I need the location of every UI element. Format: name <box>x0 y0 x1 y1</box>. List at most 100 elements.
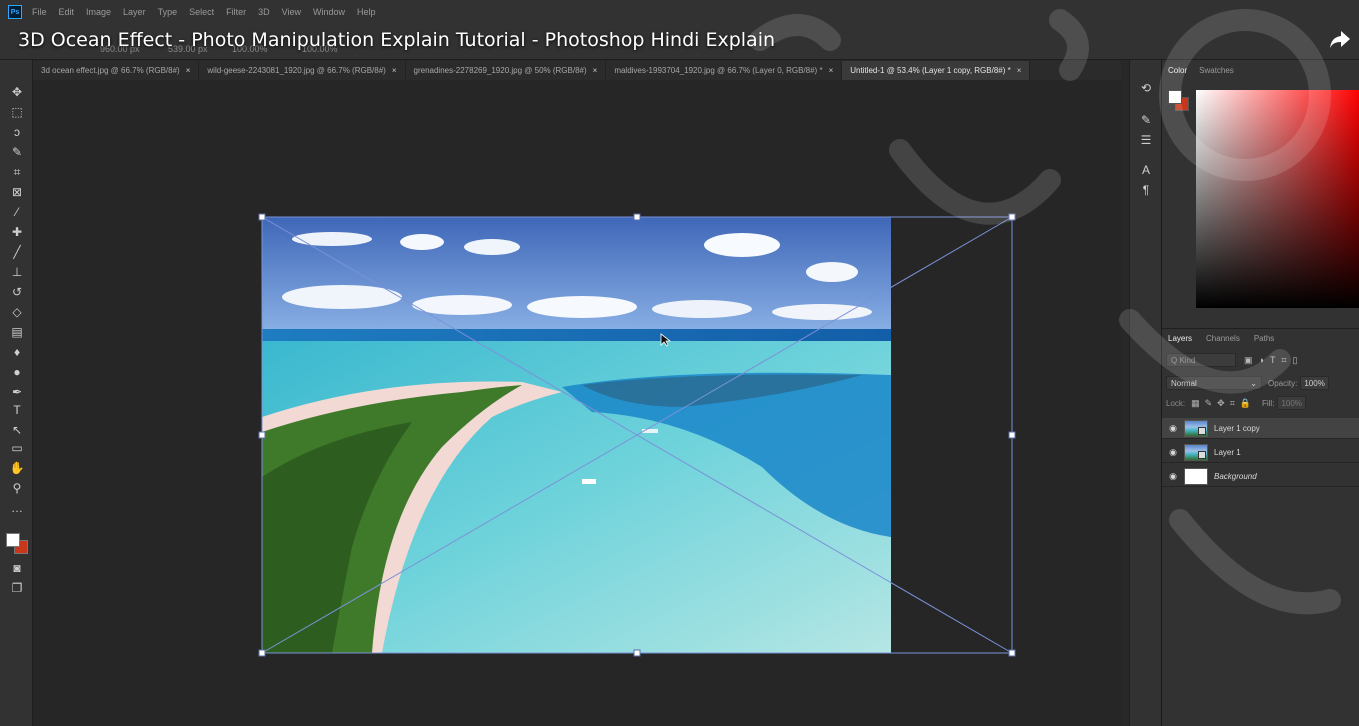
doc-tab-untitled-1[interactable]: Untitled-1 @ 53.4% (Layer 1 copy, RGB/8#… <box>842 61 1031 80</box>
close-icon[interactable]: × <box>829 66 834 75</box>
video-title: 3D Ocean Effect - Photo Manipulation Exp… <box>18 29 776 51</box>
doc-tab-wild-geese[interactable]: wild-geese-2243081_1920.jpg @ 66.7% (RGB… <box>199 61 406 80</box>
tab-paths[interactable]: Paths <box>1254 334 1274 343</box>
rectangle-tool-icon[interactable]: ▭ <box>9 440 25 456</box>
tab-swatches[interactable]: Swatches <box>1199 66 1234 75</box>
visibility-eye-icon[interactable]: ◉ <box>1162 471 1184 482</box>
gradient-tool-icon[interactable]: ▤ <box>9 324 25 340</box>
right-panels: Color Swatches Layers Channels Paths Q K… <box>1161 60 1359 726</box>
tab-color[interactable]: Color <box>1168 66 1187 75</box>
type-tool-icon[interactable]: T <box>9 402 25 418</box>
doc-tab-3d-ocean[interactable]: 3d ocean effect.jpg @ 66.7% (RGB/8#) × <box>33 61 200 80</box>
doc-tab-grenadines[interactable]: grenadines-2278269_1920.jpg @ 50% (RGB/8… <box>406 61 607 80</box>
pen-tool-icon[interactable]: ✒ <box>9 384 25 400</box>
color-picker-field[interactable] <box>1196 90 1359 308</box>
dodge-tool-icon[interactable]: ● <box>9 364 25 380</box>
layer-filter-type-icons[interactable]: ▣◑T⌗▯ <box>1244 355 1303 366</box>
more-tools-icon[interactable]: … <box>9 500 25 516</box>
menu-edit[interactable]: Edit <box>59 7 75 17</box>
zoom-tool-icon[interactable]: ⚲ <box>9 480 25 496</box>
move-tool-icon[interactable]: ✥ <box>9 84 25 100</box>
eraser-tool-icon[interactable]: ◇ <box>9 304 25 320</box>
lock-row: Lock: ▦✎✥⌗🔒 Fill: 100% <box>1166 396 1358 410</box>
opacity-field[interactable]: 100% <box>1300 376 1329 390</box>
eyedropper-tool-icon[interactable]: ⁄ <box>9 204 25 220</box>
fill-field[interactable]: 100% <box>1277 396 1306 410</box>
history-brush-tool-icon[interactable]: ↺ <box>9 284 25 300</box>
crop-tool-icon[interactable]: ⌗ <box>9 164 25 180</box>
menu-file[interactable]: File <box>32 7 47 17</box>
menu-type[interactable]: Type <box>158 7 178 17</box>
doc-tab-label: Untitled-1 @ 53.4% (Layer 1 copy, RGB/8#… <box>850 66 1011 75</box>
layer-filter-row: Q Kind ▣◑T⌗▯ <box>1166 352 1358 368</box>
lock-label: Lock: <box>1166 398 1186 408</box>
history-panel-icon[interactable]: ⟲ <box>1138 80 1154 96</box>
close-icon[interactable]: × <box>392 66 397 75</box>
doc-tab-label: wild-geese-2243081_1920.jpg @ 66.7% (RGB… <box>207 66 386 75</box>
menu-image[interactable]: Image <box>86 7 111 17</box>
fill-label: Fill: <box>1261 398 1275 408</box>
tab-layers[interactable]: Layers <box>1168 334 1192 343</box>
menu-filter[interactable]: Filter <box>226 7 246 17</box>
doc-tab-label: 3d ocean effect.jpg @ 66.7% (RGB/8#) <box>41 66 180 75</box>
mouse-cursor-icon <box>660 333 672 347</box>
layer-name: Layer 1 copy <box>1214 423 1260 433</box>
layer-kind-filter[interactable]: Q Kind <box>1166 353 1236 367</box>
stamp-tool-icon[interactable]: ⊥ <box>9 264 25 280</box>
hand-tool-icon[interactable]: ✋ <box>9 460 25 476</box>
blend-row: Normal ⌄ Opacity: 100% <box>1166 376 1358 390</box>
blur-tool-icon[interactable]: ♦ <box>9 344 25 360</box>
color-panel-tabs: Color Swatches <box>1162 60 1359 80</box>
tab-channels[interactable]: Channels <box>1206 334 1240 343</box>
visibility-eye-icon[interactable]: ◉ <box>1162 423 1184 434</box>
blend-mode-select[interactable]: Normal ⌄ <box>1166 376 1262 390</box>
document-tab-bar: 3d ocean effect.jpg @ 66.7% (RGB/8#) × wi… <box>33 61 1121 80</box>
menu-view[interactable]: View <box>282 7 301 17</box>
layer-row-background[interactable]: ◉ Background <box>1162 466 1359 487</box>
layer-name: Layer 1 <box>1214 447 1241 457</box>
quick-select-tool-icon[interactable]: ✎ <box>9 144 25 160</box>
frame-tool-icon[interactable]: ⊠ <box>9 184 25 200</box>
photoshop-window: Ps File Edit Image Layer Type Select Fil… <box>0 0 1359 726</box>
color-panel-foreground-swatch[interactable] <box>1168 90 1182 104</box>
smart-object-badge-icon <box>1198 426 1206 435</box>
visibility-eye-icon[interactable]: ◉ <box>1162 447 1184 458</box>
photoshop-logo-icon: Ps <box>8 5 22 19</box>
menu-help[interactable]: Help <box>357 7 376 17</box>
brush-tool-icon[interactable]: ╱ <box>9 244 25 260</box>
share-icon[interactable] <box>1327 26 1353 52</box>
close-icon[interactable]: × <box>186 66 191 75</box>
lock-options-icons[interactable]: ▦✎✥⌗🔒 <box>1191 398 1256 409</box>
beach-photo <box>262 217 891 653</box>
opacity-label: Opacity: <box>1268 378 1298 388</box>
close-icon[interactable]: × <box>1017 66 1022 75</box>
layers-panel-tabs: Layers Channels Paths <box>1162 328 1359 348</box>
marquee-tool-icon[interactable]: ⬚ <box>9 104 25 120</box>
lasso-tool-icon[interactable]: ↄ <box>9 124 25 140</box>
character-panel-icon[interactable]: A <box>1138 162 1154 178</box>
smart-object-badge-icon <box>1198 450 1206 459</box>
path-select-tool-icon[interactable]: ↖ <box>9 422 25 438</box>
canvas-image-maldives[interactable] <box>262 217 891 653</box>
menu-select[interactable]: Select <box>189 7 214 17</box>
brush-settings-icon[interactable]: ✎ <box>1138 112 1154 128</box>
layer-row-layer-1[interactable]: ◉ Layer 1 <box>1162 442 1359 463</box>
adjustments-panel-icon[interactable]: ☰ <box>1138 132 1154 148</box>
close-icon[interactable]: × <box>593 66 598 75</box>
menu-window[interactable]: Window <box>313 7 345 17</box>
layer-thumbnail <box>1184 467 1208 485</box>
quick-mask-icon[interactable]: ◙ <box>9 560 25 576</box>
doc-tab-label: maldives-1993704_1920.jpg @ 66.7% (Layer… <box>614 66 823 75</box>
layer-row-layer-1-copy[interactable]: ◉ Layer 1 copy <box>1162 418 1359 439</box>
tools-panel: ✥ ⬚ ↄ ✎ ⌗ ⊠ ⁄ ✚ ╱ ⊥ ↺ ◇ ▤ ♦ ● ✒ T ↖ ▭ ✋ … <box>0 60 33 726</box>
doc-tab-maldives[interactable]: maldives-1993704_1920.jpg @ 66.7% (Layer… <box>606 61 843 80</box>
paragraph-panel-icon[interactable]: ¶ <box>1138 182 1154 198</box>
menu-bar: Ps File Edit Image Layer Type Select Fil… <box>0 0 1359 24</box>
layer-thumbnail <box>1184 443 1208 461</box>
menu-3d[interactable]: 3D <box>258 7 270 17</box>
foreground-color-swatch[interactable] <box>6 533 20 547</box>
menu-layer[interactable]: Layer <box>123 7 146 17</box>
blend-mode-value: Normal <box>1171 378 1197 388</box>
healing-brush-tool-icon[interactable]: ✚ <box>9 224 25 240</box>
screen-mode-icon[interactable]: ❐ <box>9 580 25 596</box>
